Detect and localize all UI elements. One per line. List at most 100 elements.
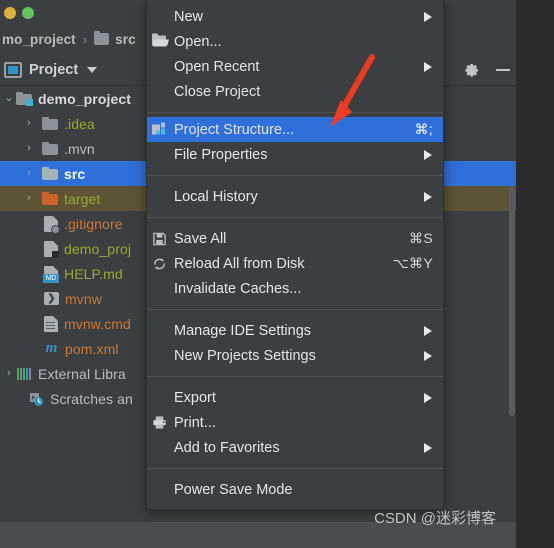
tree-label: target (64, 190, 101, 207)
breadcrumb-folder-icon (94, 31, 110, 45)
menu-item-print[interactable]: Print... (147, 410, 443, 435)
breadcrumb-separator-icon: › (82, 31, 88, 47)
menu-item-label: Local History (174, 188, 258, 205)
menu-item-close-project[interactable]: Close Project (147, 79, 443, 104)
expand-arrow-icon[interactable]: › (22, 168, 36, 179)
gear-icon[interactable] (464, 62, 480, 78)
project-folder-icon (16, 92, 33, 106)
tree-label: src (64, 165, 86, 182)
menu-item-label: Open Recent (174, 58, 260, 75)
submenu-arrow-icon (424, 11, 432, 22)
expand-arrow-icon[interactable]: ⌄ (2, 93, 16, 104)
menu-item-save-all[interactable]: Save All ⌘S (147, 226, 443, 251)
menu-item-project-structure[interactable]: Project Structure... ⌘; (147, 117, 443, 142)
tree-label: pom.xml (65, 340, 119, 357)
folder-icon (42, 117, 58, 130)
menu-group: Local History (147, 180, 443, 213)
menu-item-label: Project Structure... (174, 121, 295, 138)
watermark-text: CSDN @迷彩博客 (374, 510, 496, 527)
menu-item-file-properties[interactable]: File Properties (147, 142, 443, 167)
project-tool-title-group[interactable]: Project (0, 61, 98, 78)
menu-item-label: Manage IDE Settings (174, 322, 312, 339)
menu-item-new-projects-settings[interactable]: New Projects Settings (147, 343, 443, 368)
folder-icon (42, 142, 58, 155)
ide-screenshot: mo_project › src Project ⌄ demo_project … (0, 0, 554, 548)
submenu-arrow-icon (424, 191, 432, 202)
tree-label: HELP.md (64, 265, 123, 282)
menu-item-label: Add to Favorites (174, 439, 280, 456)
menu-separator (147, 112, 443, 113)
menu-item-new[interactable]: New (147, 4, 443, 29)
shell-script-icon: ❯ (44, 292, 59, 305)
menu-item-shortcut: ⌥⌘Y (392, 255, 433, 271)
save-icon (152, 231, 169, 246)
menu-item-label: Close Project (174, 83, 261, 100)
menu-separator (147, 309, 443, 310)
md-badge: MD (43, 273, 59, 283)
expand-arrow-icon[interactable]: › (22, 193, 36, 204)
breadcrumb-folder[interactable]: src (115, 32, 136, 47)
cmd-file-icon (44, 315, 58, 332)
menu-item-label: Power Save Mode (174, 481, 293, 498)
menu-item-label: New Projects Settings (174, 347, 316, 364)
menu-item-open-recent[interactable]: Open Recent (147, 54, 443, 79)
menu-group: Project Structure... ⌘; File Properties (147, 117, 443, 171)
iml-file-icon (44, 240, 59, 258)
tree-label: mvnw (65, 290, 102, 307)
menu-item-shortcut: ⌘; (414, 121, 433, 137)
expand-arrow-icon[interactable]: › (22, 118, 36, 129)
menu-item-power-save-mode[interactable]: Power Save Mode (147, 477, 443, 502)
menu-item-label: Print... (174, 414, 216, 431)
editor-area (516, 0, 554, 522)
menu-item-export[interactable]: Export (147, 385, 443, 410)
menu-item-shortcut: ⌘S (409, 230, 433, 246)
menu-item-label: Reload All from Disk (174, 255, 305, 272)
expand-arrow-icon[interactable]: › (2, 368, 16, 379)
breadcrumb-project[interactable]: mo_project (2, 32, 76, 47)
project-structure-icon (152, 122, 169, 137)
tree-label: Scratches an (50, 390, 133, 407)
project-window-icon (4, 61, 22, 78)
tree-label: demo_proj (64, 240, 132, 257)
menu-group: Manage IDE Settings New Projects Setting… (147, 314, 443, 372)
menu-item-invalidate-caches[interactable]: Invalidate Caches... (147, 276, 443, 301)
file-menu-dropdown[interactable]: New Open... Open Recent Close Project Pr… (146, 0, 444, 510)
menu-separator (147, 175, 443, 176)
menu-item-label: New (174, 8, 204, 25)
reload-icon (152, 256, 169, 271)
status-bar-right (516, 522, 554, 548)
submenu-arrow-icon (424, 149, 432, 160)
maximize-window-button[interactable] (22, 7, 34, 19)
menu-group: Power Save Mode (147, 473, 443, 506)
menu-item-reload-all-from-disk[interactable]: Reload All from Disk ⌥⌘Y (147, 251, 443, 276)
menu-separator (147, 217, 443, 218)
menu-item-label: Export (174, 389, 216, 406)
libraries-icon (16, 367, 32, 381)
project-tool-title: Project (29, 61, 79, 78)
menu-group: Export Print... Add to Favorites (147, 381, 443, 464)
menu-item-label: Open... (174, 33, 222, 50)
menu-item-add-to-favorites[interactable]: Add to Favorites (147, 435, 443, 460)
tree-scrollbar[interactable] (509, 186, 515, 416)
maven-file-icon: m (45, 340, 58, 356)
menu-item-label: Invalidate Caches... (174, 280, 302, 297)
tree-label: demo_project (38, 90, 131, 107)
menu-item-open[interactable]: Open... (147, 29, 443, 54)
expand-arrow-icon[interactable]: › (22, 143, 36, 154)
submenu-arrow-icon (424, 61, 432, 72)
tree-label: External Libra (38, 365, 126, 382)
tree-label: .idea (64, 115, 95, 132)
menu-item-manage-ide-settings[interactable]: Manage IDE Settings (147, 318, 443, 343)
tool-window-actions (464, 54, 510, 86)
menu-item-label: Save All (174, 230, 227, 247)
open-folder-icon (151, 33, 170, 49)
gitignore-file-icon (44, 215, 60, 234)
submenu-arrow-icon (424, 325, 432, 336)
menu-item-local-history[interactable]: Local History (147, 184, 443, 209)
submenu-arrow-icon (424, 442, 432, 453)
tree-label: .gitignore (64, 215, 123, 232)
menu-item-label: File Properties (174, 146, 268, 163)
chevron-down-icon[interactable] (87, 66, 98, 73)
minimize-icon[interactable] (496, 69, 510, 71)
minimize-window-button[interactable] (4, 7, 16, 19)
